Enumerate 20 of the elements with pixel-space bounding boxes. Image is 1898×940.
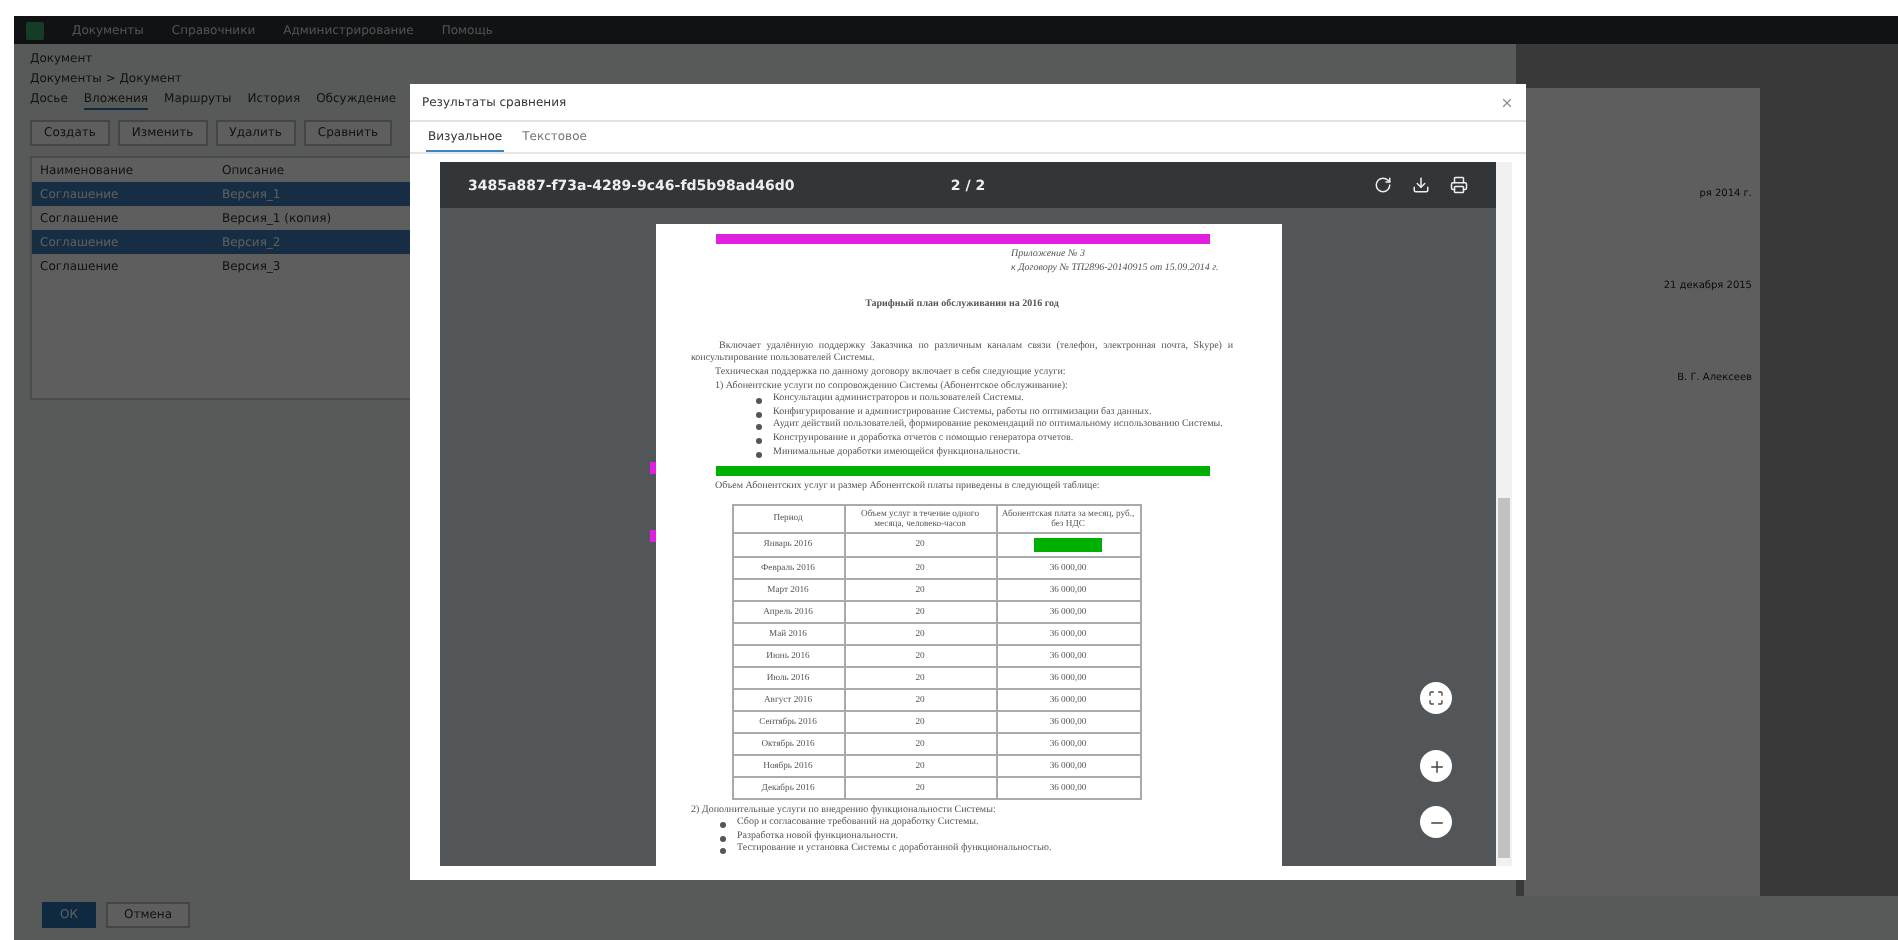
- fit-page-button[interactable]: [1420, 682, 1452, 714]
- close-icon[interactable]: [1500, 95, 1514, 109]
- bullet-icon: [719, 848, 725, 855]
- plus-icon: [1427, 757, 1445, 775]
- print-icon[interactable]: [1450, 176, 1468, 194]
- logo-icon: [26, 21, 44, 39]
- rotate-icon[interactable]: [1374, 176, 1392, 194]
- zoom-in-button[interactable]: [1420, 750, 1452, 782]
- bullet-icon: [755, 398, 761, 405]
- change-margin-marker: [649, 529, 655, 542]
- scrollbar[interactable]: [1496, 162, 1512, 866]
- bullet-icon: [719, 835, 725, 842]
- bullet-icon: [719, 822, 725, 829]
- bullet-icon: [755, 451, 761, 458]
- fit-icon: [1428, 690, 1444, 706]
- download-icon[interactable]: [1412, 176, 1430, 194]
- bullet-icon: [755, 411, 761, 418]
- bullet-icon: [755, 424, 761, 431]
- bullet-icon: [755, 437, 761, 444]
- zoom-out-button[interactable]: [1420, 806, 1452, 838]
